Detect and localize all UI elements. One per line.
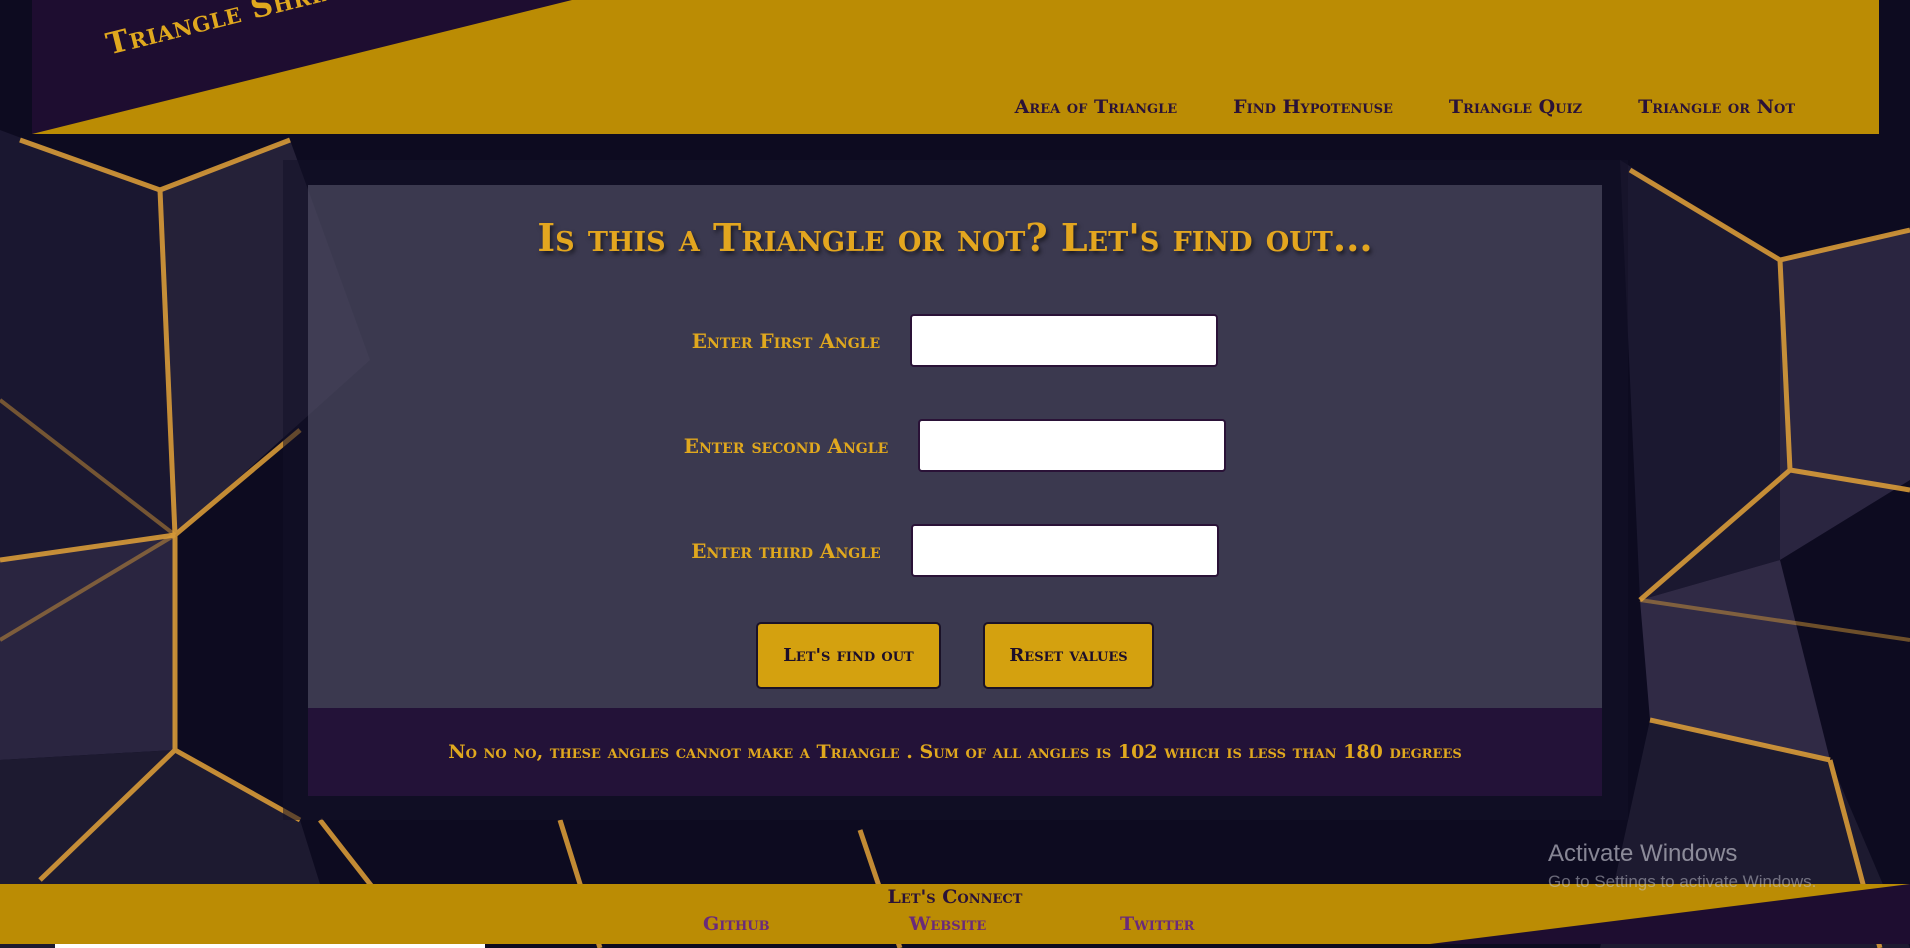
github-link[interactable]: Github — [703, 913, 770, 935]
main-nav: Area of Triangle Find Hypotenuse Triangl… — [1015, 96, 1795, 118]
action-buttons: Let's find out Reset values — [308, 622, 1602, 689]
page-title: Is this a Triangle or not? Let's find ou… — [537, 215, 1373, 260]
result-output: No no no, these angles cannot make a Tri… — [308, 708, 1602, 796]
bottom-edge-bar — [55, 944, 485, 948]
third-angle-input[interactable] — [910, 524, 1219, 577]
reset-values-button[interactable]: Reset values — [983, 622, 1154, 689]
second-angle-row: Enter second Angle — [308, 419, 1602, 472]
site-header: Triangle Shriangle Area of Triangle Find… — [32, 0, 1879, 134]
third-angle-label: Enter third Angle — [691, 538, 881, 563]
website-link[interactable]: Website — [909, 913, 986, 935]
second-angle-label: Enter second Angle — [683, 433, 889, 458]
first-angle-label: Enter First Angle — [691, 328, 881, 353]
nav-triangle-quiz[interactable]: Triangle Quiz — [1449, 96, 1582, 118]
third-angle-row: Enter third Angle — [308, 524, 1602, 577]
first-angle-row: Enter First Angle — [308, 314, 1602, 367]
site-footer: Let's Connect Github Website Twitter — [0, 884, 1910, 944]
find-out-button[interactable]: Let's find out — [756, 622, 941, 689]
triangle-checker-panel: Is this a Triangle or not? Let's find ou… — [308, 185, 1602, 796]
first-angle-input[interactable] — [910, 314, 1219, 367]
nav-find-hypotenuse[interactable]: Find Hypotenuse — [1233, 96, 1393, 118]
nav-triangle-or-not[interactable]: Triangle or Not — [1638, 96, 1795, 118]
result-message: No no no, these angles cannot make a Tri… — [448, 741, 1462, 763]
activate-windows-watermark: Activate Windows Go to Settings to activ… — [1548, 840, 1816, 892]
second-angle-input[interactable] — [918, 419, 1227, 472]
logo-wedge-shape — [32, 0, 572, 134]
watermark-title: Activate Windows — [1548, 840, 1738, 867]
nav-area-of-triangle[interactable]: Area of Triangle — [1015, 96, 1177, 118]
watermark-subtitle: Go to Settings to activate Windows. — [1548, 872, 1817, 891]
twitter-link[interactable]: Twitter — [1120, 913, 1194, 935]
